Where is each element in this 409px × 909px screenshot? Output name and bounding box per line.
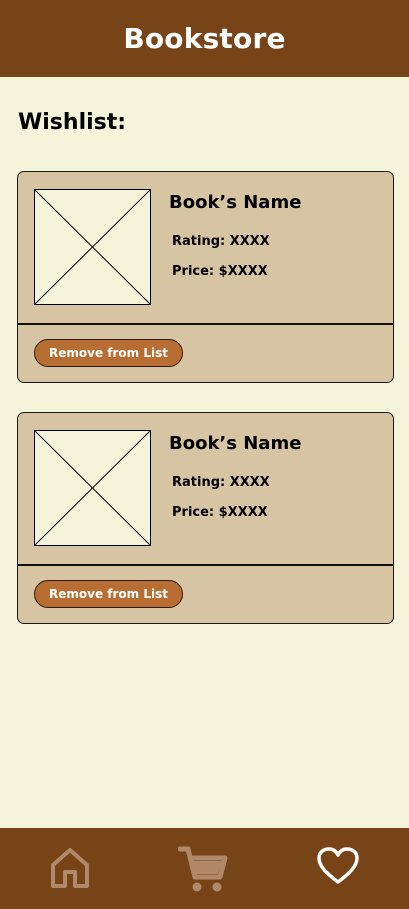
book-price: Price: $XXXX <box>172 264 268 279</box>
app-title: Bookstore <box>123 22 286 55</box>
card-divider <box>18 564 393 566</box>
app-root: Bookstore Wishlist: Book’s Name Rating: … <box>0 0 409 909</box>
wishlist-item-card: Book’s Name Rating: XXXX Price: $XXXX Re… <box>17 171 394 383</box>
remove-from-list-button[interactable]: Remove from List <box>34 339 183 367</box>
book-name[interactable]: Book’s Name <box>169 433 301 454</box>
book-image-placeholder <box>34 430 151 546</box>
book-price: Price: $XXXX <box>172 505 268 520</box>
app-header: Bookstore <box>0 0 409 77</box>
nav-wishlist-button[interactable] <box>316 846 360 890</box>
book-rating: Rating: XXXX <box>172 234 270 249</box>
nav-home-button[interactable] <box>50 846 90 894</box>
book-rating: Rating: XXXX <box>172 475 270 490</box>
book-name[interactable]: Book’s Name <box>169 192 301 213</box>
remove-from-list-button[interactable]: Remove from List <box>34 580 183 608</box>
home-icon <box>51 848 89 888</box>
card-divider <box>18 323 393 325</box>
bottom-nav <box>0 828 409 909</box>
book-image-placeholder <box>34 189 151 305</box>
heart-icon <box>317 847 359 884</box>
wishlist-item-card: Book’s Name Rating: XXXX Price: $XXXX Re… <box>17 412 394 624</box>
cart-icon <box>177 846 228 892</box>
nav-cart-button[interactable] <box>177 846 228 898</box>
wishlist-title: Wishlist: <box>18 110 127 135</box>
